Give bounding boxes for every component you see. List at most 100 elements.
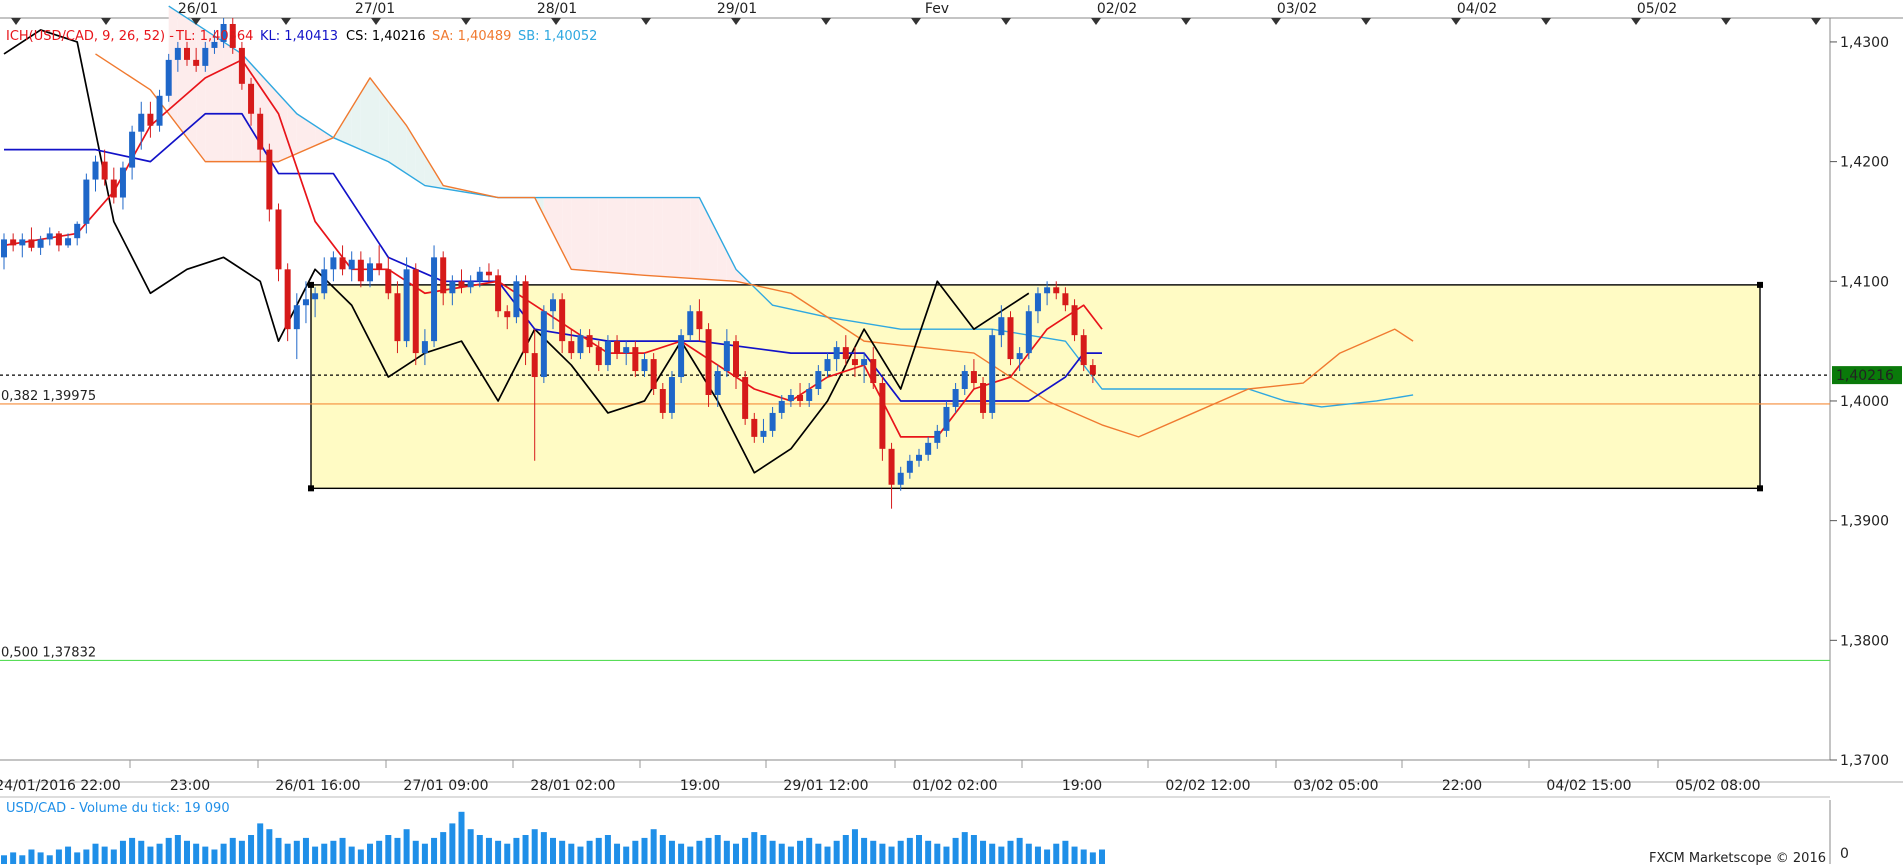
candle-body[interactable] bbox=[851, 359, 858, 366]
candle-body[interactable] bbox=[394, 293, 401, 342]
candle-body[interactable] bbox=[870, 359, 877, 384]
candle-body[interactable] bbox=[659, 389, 666, 413]
candle-body[interactable] bbox=[861, 359, 868, 366]
candle-body[interactable] bbox=[376, 263, 383, 270]
candle-body[interactable] bbox=[65, 238, 72, 246]
range-box-handle[interactable] bbox=[308, 485, 314, 492]
candle-body[interactable] bbox=[293, 305, 300, 330]
candle-body[interactable] bbox=[989, 335, 996, 413]
candle-body[interactable] bbox=[778, 400, 785, 413]
candle-body[interactable] bbox=[714, 371, 721, 395]
candle-body[interactable] bbox=[248, 83, 255, 114]
candle-body[interactable] bbox=[55, 233, 62, 246]
candle-body[interactable] bbox=[357, 259, 364, 282]
candle-body[interactable] bbox=[156, 95, 163, 126]
candle-body[interactable] bbox=[302, 299, 309, 306]
candle-body[interactable] bbox=[943, 406, 950, 431]
candle-body[interactable] bbox=[184, 47, 190, 60]
candle-body[interactable] bbox=[916, 454, 922, 461]
candle-body[interactable] bbox=[147, 113, 154, 126]
candle-body[interactable] bbox=[202, 47, 209, 66]
candle-body[interactable] bbox=[339, 257, 346, 270]
candle-body[interactable] bbox=[842, 347, 849, 360]
candle-body[interactable] bbox=[833, 347, 840, 360]
candle-body[interactable] bbox=[504, 311, 511, 318]
candle-body[interactable] bbox=[559, 299, 566, 342]
candle-body[interactable] bbox=[412, 269, 419, 354]
candle-body[interactable] bbox=[1071, 305, 1078, 336]
candle-body[interactable] bbox=[604, 341, 611, 366]
candle-body[interactable] bbox=[193, 59, 200, 66]
candle-body[interactable] bbox=[129, 131, 136, 168]
candle-body[interactable] bbox=[312, 293, 319, 300]
candle-body[interactable] bbox=[1044, 287, 1051, 294]
candle-body[interactable] bbox=[998, 317, 1005, 336]
candle-body[interactable] bbox=[723, 341, 730, 372]
candle-body[interactable] bbox=[531, 353, 538, 378]
candle-body[interactable] bbox=[678, 335, 685, 378]
candle-body[interactable] bbox=[10, 239, 17, 246]
range-box-handle[interactable] bbox=[1757, 485, 1763, 492]
candle-body[interactable] bbox=[449, 281, 456, 294]
candle-body[interactable] bbox=[257, 113, 264, 150]
candle-body[interactable] bbox=[970, 371, 977, 384]
candle-body[interactable] bbox=[83, 179, 90, 224]
candle-body[interactable] bbox=[440, 257, 447, 294]
candle-body[interactable] bbox=[1025, 311, 1032, 354]
candle-body[interactable] bbox=[330, 257, 337, 270]
candle-body[interactable] bbox=[1034, 293, 1041, 312]
candle-body[interactable] bbox=[238, 47, 245, 84]
candle-body[interactable] bbox=[577, 335, 584, 354]
candle-body[interactable] bbox=[815, 371, 822, 389]
candle-body[interactable] bbox=[431, 257, 438, 342]
usdcad-ichimoku-chart[interactable]: 0,382 1,39975 0,500 1,37832 1,40216 26/01 2… bbox=[0, 0, 1903, 868]
candle-body[interactable] bbox=[632, 347, 639, 372]
candle-body[interactable] bbox=[824, 359, 831, 372]
candle-body[interactable] bbox=[568, 341, 575, 354]
candle-body[interactable] bbox=[19, 239, 26, 246]
candle-body[interactable] bbox=[385, 269, 392, 294]
candle-body[interactable] bbox=[403, 269, 410, 342]
candle-body[interactable] bbox=[787, 394, 794, 401]
candle-body[interactable] bbox=[961, 371, 968, 389]
candle-body[interactable] bbox=[348, 259, 355, 270]
candle-body[interactable] bbox=[879, 383, 886, 449]
candle-body[interactable] bbox=[806, 389, 813, 401]
candle-body[interactable] bbox=[1053, 287, 1060, 294]
candle-body[interactable] bbox=[1, 239, 7, 258]
candle-body[interactable] bbox=[705, 329, 712, 395]
candle-body[interactable] bbox=[1007, 317, 1014, 360]
candle-body[interactable] bbox=[760, 430, 767, 437]
candle-body[interactable] bbox=[888, 448, 895, 485]
candle-body[interactable] bbox=[110, 179, 117, 198]
candle-body[interactable] bbox=[74, 223, 81, 239]
candle-body[interactable] bbox=[495, 275, 502, 312]
candle-body[interactable] bbox=[367, 263, 373, 282]
candle-body[interactable] bbox=[769, 412, 776, 431]
candle-body[interactable] bbox=[92, 161, 99, 180]
candle-body[interactable] bbox=[641, 359, 648, 372]
candle-body[interactable] bbox=[1080, 335, 1087, 366]
candle-body[interactable] bbox=[595, 347, 602, 366]
candle-body[interactable] bbox=[101, 161, 108, 180]
candle-body[interactable] bbox=[1016, 353, 1023, 360]
candle-body[interactable] bbox=[742, 377, 749, 419]
candle-body[interactable] bbox=[550, 299, 556, 312]
candle-body[interactable] bbox=[733, 341, 739, 378]
candle-body[interactable] bbox=[467, 281, 474, 288]
candle-body[interactable] bbox=[458, 281, 465, 288]
candle-body[interactable] bbox=[522, 281, 529, 354]
candle-body[interactable] bbox=[275, 209, 282, 270]
candle-body[interactable] bbox=[586, 335, 593, 348]
candle-body[interactable] bbox=[476, 271, 483, 282]
candle-body[interactable] bbox=[1089, 365, 1096, 375]
candle-body[interactable] bbox=[614, 341, 621, 354]
candle-body[interactable] bbox=[687, 311, 694, 336]
candle-body[interactable] bbox=[934, 430, 941, 443]
candle-body[interactable] bbox=[797, 394, 804, 401]
candle-body[interactable] bbox=[119, 167, 126, 198]
candle-body[interactable] bbox=[266, 149, 273, 210]
candle-body[interactable] bbox=[485, 271, 492, 276]
candle-body[interactable] bbox=[980, 383, 987, 413]
candle-body[interactable] bbox=[28, 239, 35, 248]
